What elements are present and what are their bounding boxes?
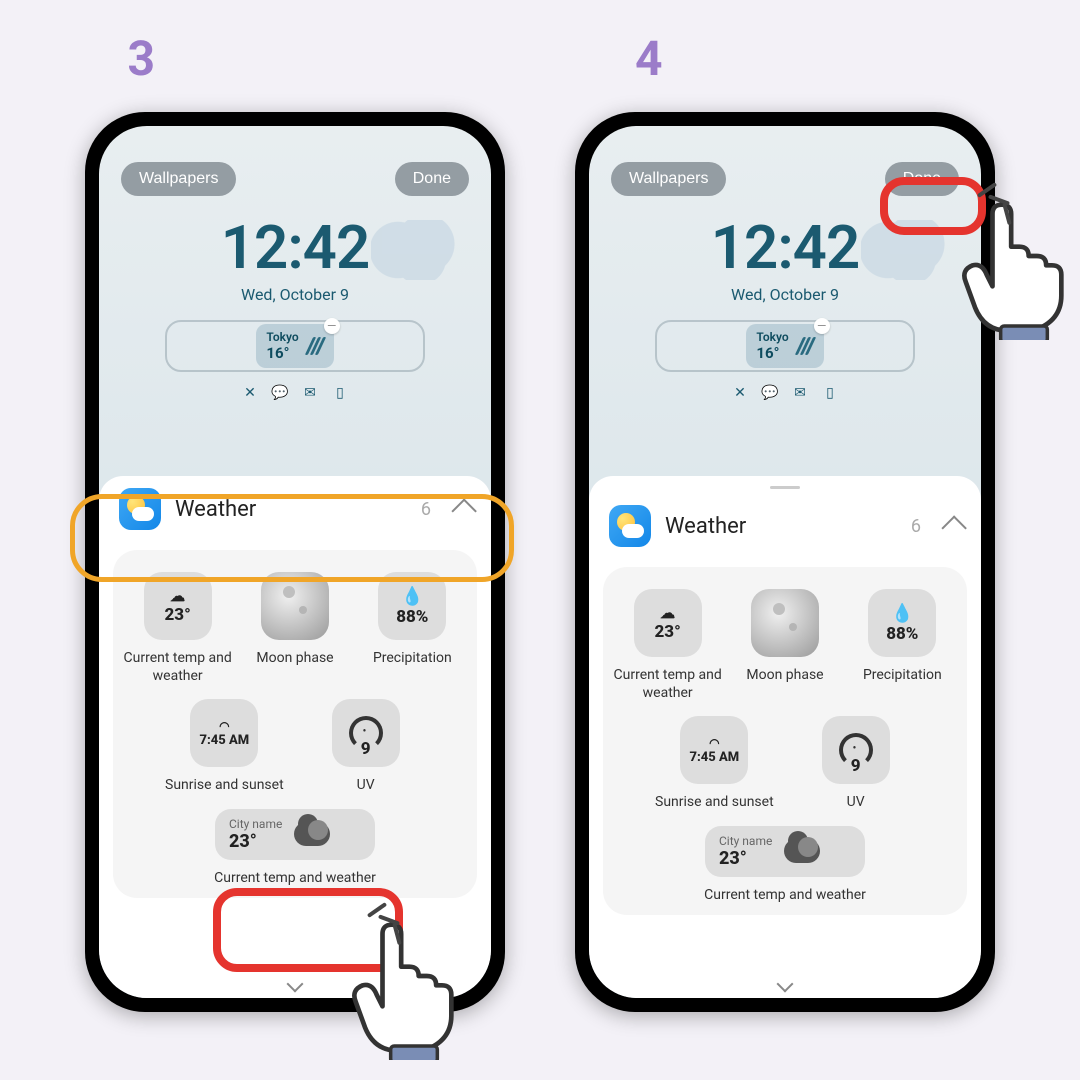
weather-header[interactable]: Weather 6 (589, 493, 981, 559)
widget-sheet[interactable]: Weather 6 ☁23° Current temp and weather … (99, 476, 491, 998)
mini-weather-widget[interactable]: Tokyo 16° — (746, 324, 823, 368)
mini-temp: 16° (266, 344, 298, 362)
mini-temp: 16° (756, 344, 788, 362)
wide-widget-label: Current temp and weather (214, 870, 376, 886)
chevron-up-icon (941, 515, 966, 540)
status-icons: ✕ 💬 ✉ ▯ (589, 386, 981, 400)
widget-sheet[interactable]: Weather 6 ☁23° Current temp and weather … (589, 476, 981, 998)
widget-precipitation[interactable]: 💧88% Precipitation (844, 589, 961, 702)
sunrise-icon: ◠ (219, 719, 229, 733)
widget-uv[interactable]: 9 UV (306, 699, 426, 795)
mail-icon: ✉ (792, 386, 808, 400)
widget-sunrise[interactable]: ◠7:45 AM Sunrise and sunset (164, 699, 284, 795)
cloud-deco (371, 220, 461, 280)
wallpapers-button[interactable]: Wallpapers (611, 162, 726, 196)
missed-call-icon: ✕ (732, 386, 748, 400)
status-icons: ✕ 💬 ✉ ▯ (99, 386, 491, 400)
mail-icon: ✉ (302, 386, 318, 400)
cloud-icon (784, 839, 820, 863)
chat-icon: 💬 (272, 386, 288, 400)
step-number-3: 3 (127, 30, 155, 87)
drop-icon: 💧 (891, 603, 913, 624)
widget-precipitation[interactable]: 💧88% Precipitation (354, 572, 471, 685)
mini-weather-widget[interactable]: Tokyo 16° — (256, 324, 333, 368)
weather-header[interactable]: Weather 6 (99, 476, 491, 542)
phone-right: Wallpapers Done 12:42 Wed, October 9 Tok… (575, 112, 995, 1012)
panel-count: 6 (421, 499, 431, 520)
mini-city: Tokyo (756, 330, 788, 344)
missed-call-icon: ✕ (242, 386, 258, 400)
widgets-panel: ☁23° Current temp and weather Moon phase… (603, 567, 967, 915)
widget-moon-phase[interactable]: Moon phase (236, 572, 353, 685)
widgets-panel: ☁23° Current temp and weather Moon phase… (113, 550, 477, 898)
clock-date: Wed, October 9 (99, 285, 491, 304)
cloud-icon (294, 822, 330, 846)
cloud-deco (861, 220, 951, 280)
wallpapers-button[interactable]: Wallpapers (121, 162, 236, 196)
moon-icon (261, 572, 329, 640)
panel-title: Weather (665, 514, 897, 539)
rain-icon (799, 337, 812, 355)
mini-city: Tokyo (266, 330, 298, 344)
step-number-4: 4 (635, 30, 663, 87)
screen-right: Wallpapers Done 12:42 Wed, October 9 Tok… (589, 126, 981, 998)
widget-current-temp-wide[interactable]: City name 23° (705, 826, 865, 877)
widget-moon-phase[interactable]: Moon phase (726, 589, 843, 702)
widget-current-temp[interactable]: ☁23° Current temp and weather (119, 572, 236, 685)
widget-current-temp[interactable]: ☁23° Current temp and weather (609, 589, 726, 702)
widget-slot[interactable]: Tokyo 16° — (655, 320, 915, 372)
back-icon[interactable] (777, 976, 794, 993)
wide-widget-label: Current temp and weather (704, 887, 866, 903)
weather-app-icon (609, 505, 651, 547)
screen-left: Wallpapers Done 12:42 Wed, October 9 Tok… (99, 126, 491, 998)
clock-date: Wed, October 9 (589, 285, 981, 304)
back-icon[interactable] (287, 976, 304, 993)
widget-slot[interactable]: Tokyo 16° — (165, 320, 425, 372)
drop-icon: 💧 (401, 586, 423, 607)
chat-icon: 💬 (762, 386, 778, 400)
rain-icon (309, 337, 322, 355)
cloud-icon: ☁ (660, 604, 675, 622)
done-button[interactable]: Done (395, 162, 469, 196)
phone-left: Wallpapers Done 12:42 Wed, October 9 Tok… (85, 112, 505, 1012)
widget-sunrise[interactable]: ◠7:45 AM Sunrise and sunset (654, 716, 774, 812)
remove-widget-button[interactable]: — (324, 318, 340, 334)
sunrise-icon: ◠ (709, 736, 719, 750)
remove-widget-button[interactable]: — (814, 318, 830, 334)
cloud-icon: ☁ (170, 587, 185, 605)
done-button[interactable]: Done (885, 162, 959, 196)
chevron-up-icon (451, 498, 476, 523)
sheet-handle[interactable] (770, 486, 800, 489)
voicemail-icon: ▯ (822, 386, 838, 400)
widget-current-temp-wide[interactable]: City name 23° (215, 809, 375, 860)
weather-app-icon (119, 488, 161, 530)
widget-uv[interactable]: 9 UV (796, 716, 916, 812)
panel-count: 6 (911, 516, 921, 537)
voicemail-icon: ▯ (332, 386, 348, 400)
moon-icon (751, 589, 819, 657)
panel-title: Weather (175, 497, 407, 522)
